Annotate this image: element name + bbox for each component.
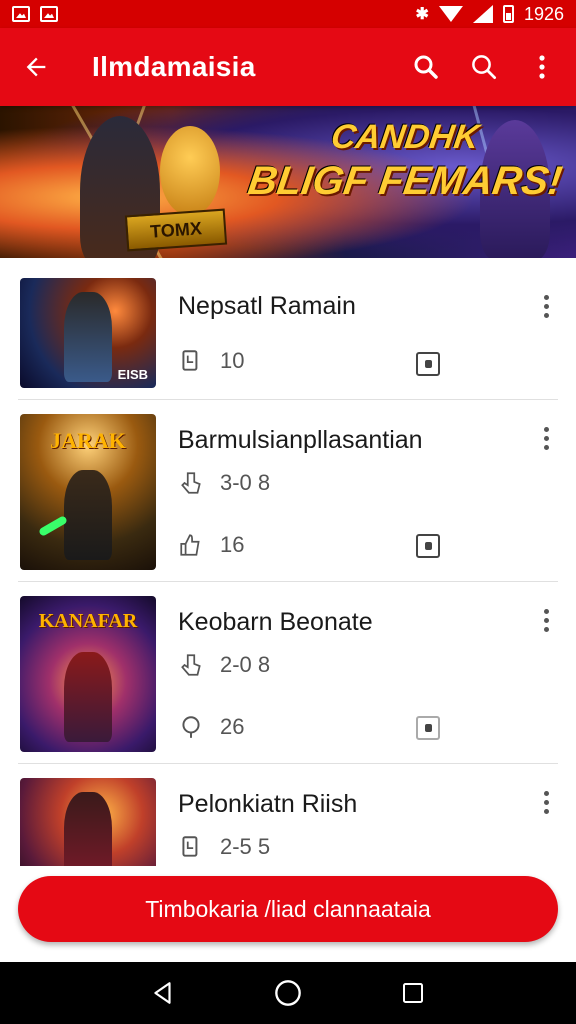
touch-icon	[178, 652, 204, 678]
item-thumbnail: JARAK	[20, 414, 156, 570]
image-icon	[12, 6, 30, 22]
cell-signal-icon	[472, 5, 493, 23]
recents-square-icon	[403, 983, 424, 1003]
thumb-title: KANAFAR	[38, 610, 138, 632]
search-icon	[472, 55, 496, 79]
thumb-caption: EISB	[117, 367, 148, 382]
overflow-menu-button[interactable]	[524, 49, 560, 85]
search-button-secondary[interactable]	[466, 49, 502, 85]
back-button[interactable]	[16, 47, 56, 87]
bookmark-icon[interactable]	[416, 534, 440, 558]
list-item[interactable]: Pelonkiatn Riish 2-5 5	[0, 764, 576, 868]
battery-icon	[502, 5, 514, 23]
thumb-title: JARAK	[50, 428, 126, 453]
list-item[interactable]: KANAFAR Keobarn Beonate 2-0 8 26	[0, 582, 576, 764]
game-list: EISB Nepsatl Ramain 10 JARAK Barmulsianp…	[0, 258, 576, 868]
banner-headline-1: CANDHK	[328, 118, 482, 156]
nav-back-button[interactable]	[143, 973, 183, 1013]
item-title: Keobarn Beonate	[178, 608, 373, 636]
item-title: Barmulsianpllasantian	[178, 426, 423, 454]
list-item[interactable]: JARAK Barmulsianpllasantian 3-0 8 16	[0, 400, 576, 582]
system-nav-bar	[0, 962, 576, 1024]
item-thumbnail: EISB	[20, 278, 156, 388]
item-thumbnail: KANAFAR	[20, 596, 156, 752]
bluetooth-icon: ✱	[415, 6, 429, 23]
item-thumbnail	[20, 778, 156, 868]
promo-banner[interactable]: CANDHK BLIGF FEMARS! TOMX	[0, 106, 576, 258]
item-title: Pelonkiatn Riish	[178, 790, 358, 818]
location-pin-icon	[178, 714, 204, 740]
phone-icon	[178, 348, 204, 374]
home-circle-icon	[275, 980, 301, 1006]
thumbs-up-icon	[178, 532, 204, 558]
item-count: 10	[220, 348, 245, 373]
item-meta: 2-5 5	[220, 834, 271, 859]
item-meta: 3-0 8	[220, 470, 271, 495]
item-meta: 2-0 8	[220, 652, 271, 677]
bookmark-icon[interactable]	[416, 352, 440, 376]
arrow-left-icon	[26, 57, 46, 77]
image-icon	[40, 6, 58, 22]
back-triangle-icon	[153, 982, 171, 1004]
search-button[interactable]	[408, 49, 444, 85]
status-bar: ✱ 1926	[0, 0, 576, 28]
primary-cta-button[interactable]: Timbokaria /liad clannaataia	[18, 876, 558, 942]
banner-headline-2: BLIGF FEMARS!	[245, 159, 565, 203]
status-time: 1926	[523, 3, 564, 24]
cta-container: Timbokaria /liad clannaataia	[0, 866, 576, 962]
wifi-icon	[438, 6, 463, 22]
item-count: 16	[220, 532, 245, 557]
bookmark-icon[interactable]	[416, 716, 440, 740]
page-title: Ilmdamaisia	[92, 51, 256, 82]
search-icon	[414, 55, 438, 79]
item-title: Nepsatl Ramain	[178, 292, 356, 320]
item-more-button[interactable]	[534, 604, 558, 636]
list-item[interactable]: EISB Nepsatl Ramain 10	[0, 258, 576, 400]
more-vert-icon	[539, 55, 545, 79]
item-more-button[interactable]	[534, 422, 558, 454]
banner-badge: TOMX	[124, 208, 228, 252]
touch-icon	[178, 470, 204, 496]
item-count: 26	[220, 714, 245, 739]
phone-icon	[178, 834, 204, 860]
nav-home-button[interactable]	[268, 973, 308, 1013]
nav-recents-button[interactable]	[393, 973, 433, 1013]
hero-character-mascot	[160, 126, 220, 216]
item-more-button[interactable]	[534, 290, 558, 322]
item-more-button[interactable]	[534, 786, 558, 818]
app-bar: Ilmdamaisia	[0, 28, 576, 106]
